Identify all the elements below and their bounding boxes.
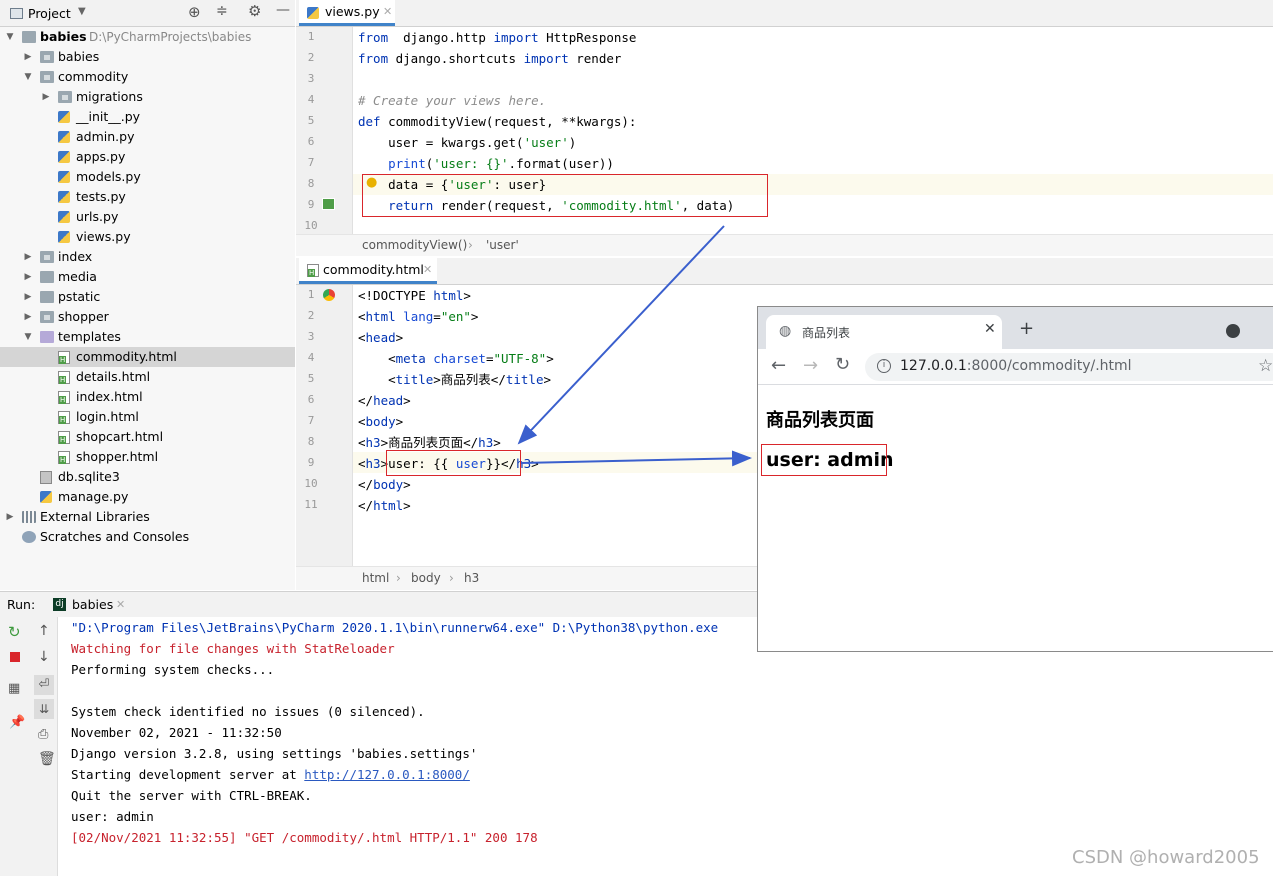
arrow-views-to-template <box>517 225 725 445</box>
watermark: CSDN @howard2005 <box>1072 847 1260 868</box>
arrow-template-to-browser <box>520 450 752 467</box>
annotation-arrows <box>517 225 752 467</box>
